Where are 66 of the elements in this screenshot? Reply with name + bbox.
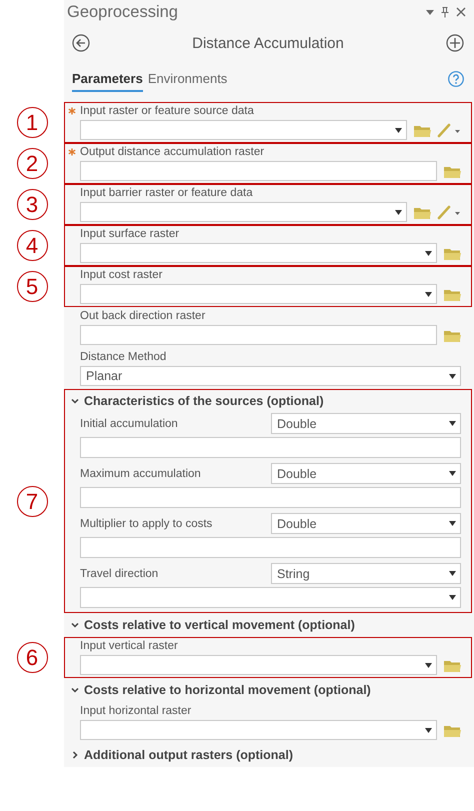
dropdown-field[interactable]: Planar — [80, 366, 461, 386]
field-label: Travel direction — [80, 568, 160, 580]
dropdown-arrow-icon[interactable] — [395, 210, 402, 214]
type-dropdown[interactable]: Double — [271, 413, 461, 434]
field-label: Maximum accumulation — [80, 468, 202, 480]
dropdown-field[interactable] — [80, 202, 407, 222]
field-label: Input barrier raster or feature data — [80, 187, 253, 199]
dropdown-field[interactable] — [80, 587, 461, 608]
chevron-icon[interactable] — [71, 397, 79, 405]
dropdown-arrow-icon[interactable] — [425, 250, 432, 256]
add-icon[interactable] — [446, 34, 464, 52]
chevron-icon[interactable] — [71, 686, 79, 694]
input-field[interactable] — [80, 325, 437, 345]
dropdown-arrow-icon[interactable] — [425, 662, 432, 668]
field-label: Initial accumulation — [80, 418, 179, 430]
dropdown-field[interactable] — [80, 120, 407, 140]
type-dropdown[interactable]: Double — [271, 513, 461, 534]
input-field[interactable] — [80, 161, 437, 181]
type-dropdown[interactable]: String — [271, 563, 461, 584]
field-label: Multiplier to apply to costs — [80, 518, 214, 530]
pencil-dropdown-icon[interactable] — [437, 204, 461, 220]
dropdown-arrow-icon[interactable] — [395, 128, 402, 132]
dropdown-arrow-icon[interactable] — [449, 571, 456, 576]
menu-caret-icon[interactable] — [426, 9, 434, 15]
help-icon[interactable] — [448, 71, 464, 87]
dropdown-field[interactable] — [80, 655, 437, 675]
dropdown-arrow-icon[interactable] — [449, 374, 456, 378]
tab[interactable]: Environments — [148, 66, 228, 92]
chevron-icon[interactable] — [71, 751, 79, 759]
dropdown-arrow-icon[interactable] — [425, 728, 432, 732]
tool-title: Distance Accumulation — [191, 34, 345, 52]
callout-number: 3 — [16, 189, 48, 220]
callout-number: 6 — [16, 642, 48, 673]
field-label: Out back direction raster — [80, 310, 206, 322]
dropdown-arrow-icon[interactable] — [449, 521, 456, 526]
dropdown-arrow-icon[interactable] — [425, 292, 432, 296]
input-field[interactable] — [80, 437, 461, 458]
field-label: Distance Method — [80, 351, 166, 363]
field-label: Input cost raster — [80, 269, 162, 281]
field-label: Output distance accumulation raster — [80, 146, 264, 158]
dropdown-arrow-icon[interactable] — [449, 595, 456, 600]
dropdown-arrow-icon[interactable] — [449, 471, 456, 476]
field-label: Input vertical raster — [80, 640, 178, 652]
input-field[interactable] — [80, 537, 461, 558]
input-field[interactable] — [80, 487, 461, 508]
panel-title: Geoprocessing — [67, 2, 179, 22]
section-toggle[interactable]: Characteristics of the sources (optional) — [71, 392, 461, 410]
dropdown-field[interactable] — [80, 720, 437, 740]
tab[interactable]: Parameters — [72, 66, 143, 92]
callout-number: 4 — [16, 230, 48, 261]
pin-icon[interactable] — [441, 6, 449, 18]
callout-number: 7 — [16, 486, 48, 516]
dropdown-field[interactable] — [80, 284, 437, 304]
callout-number: 5 — [16, 271, 48, 302]
field-label: Input horizontal raster — [80, 705, 192, 717]
close-icon[interactable] — [456, 7, 466, 17]
dropdown-arrow-icon[interactable] — [449, 421, 456, 426]
type-dropdown[interactable]: Double — [271, 463, 461, 484]
callout-number: 1 — [16, 107, 48, 138]
chevron-icon[interactable] — [71, 621, 79, 629]
field-label: Input raster or feature source data — [80, 105, 254, 117]
dropdown-field[interactable] — [80, 243, 437, 263]
back-icon[interactable] — [72, 34, 90, 52]
callout-number: 2 — [16, 148, 48, 179]
field-label: Input surface raster — [80, 228, 180, 240]
pencil-dropdown-icon[interactable] — [437, 122, 461, 138]
